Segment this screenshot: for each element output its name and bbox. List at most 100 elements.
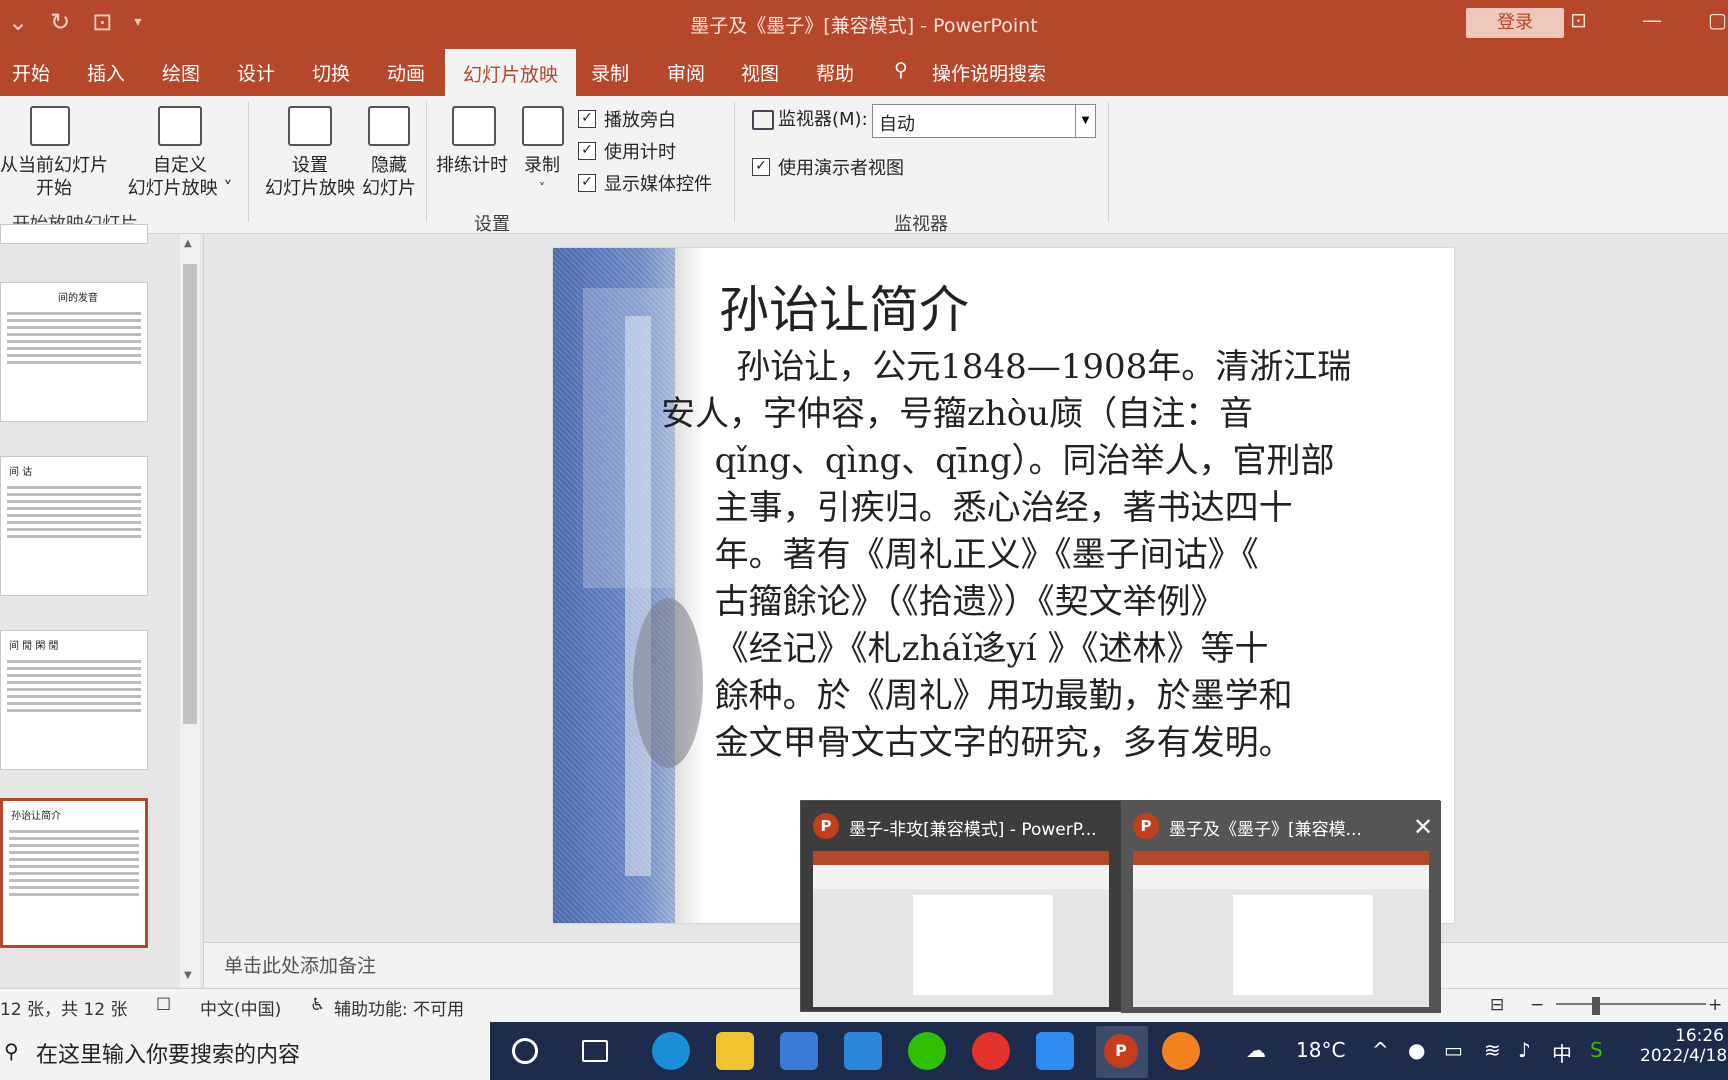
zoom-out-icon[interactable]: −: [1530, 995, 1544, 1015]
clock[interactable]: 16:26 2022/4/18: [1640, 1026, 1728, 1066]
tab-transitions[interactable]: 切换: [312, 59, 350, 86]
slideshow-view-icon[interactable]: ⊟: [1490, 995, 1504, 1015]
store-icon[interactable]: [780, 1032, 818, 1070]
close-icon[interactable]: ✕: [1413, 813, 1433, 841]
slide-thumbnail[interactable]: 间 閒 閑 閒: [0, 630, 148, 770]
setup-slideshow-button[interactable]: 设置 幻灯片放映: [262, 154, 358, 200]
record-dropdown-arrow: ˅: [539, 181, 545, 195]
ime-indicator[interactable]: 中: [1552, 1038, 1572, 1067]
slide-title[interactable]: 孙诒让简介: [719, 270, 969, 342]
tab-record[interactable]: 录制: [591, 59, 629, 86]
ribbon-display-icon[interactable]: ⊡: [1570, 8, 1587, 32]
wifi-icon[interactable]: ≋: [1484, 1038, 1501, 1062]
powerpoint-taskbar-button[interactable]: P: [1096, 1026, 1148, 1078]
monitor-icon: [752, 110, 774, 130]
clock-date: 2022/4/18: [1640, 1046, 1728, 1066]
minimize-icon[interactable]: —: [1642, 8, 1662, 32]
scroll-down-icon[interactable]: ▼: [184, 970, 192, 981]
group-label-monitor: 监视器: [894, 214, 948, 235]
zoom-slider[interactable]: [1556, 1003, 1706, 1005]
preview-thumbnail: [813, 851, 1109, 1007]
use-timings-label: 使用计时: [604, 142, 676, 163]
microphone-icon[interactable]: ●: [1408, 1038, 1425, 1062]
tab-help[interactable]: 帮助: [816, 59, 854, 86]
preview-window-1[interactable]: P 墨子-非攻[兼容模式] - PowerP...: [801, 801, 1121, 1013]
mail-icon[interactable]: [844, 1032, 882, 1070]
spelling-icon[interactable]: ☐: [156, 995, 171, 1015]
app-icon[interactable]: [1162, 1032, 1200, 1070]
scroll-up-icon[interactable]: ▲: [184, 238, 192, 249]
login-button[interactable]: 登录: [1466, 8, 1564, 38]
chevron-up-icon[interactable]: ^: [1372, 1038, 1389, 1062]
zoom-slider-thumb[interactable]: [1592, 997, 1600, 1015]
slide-body-text[interactable]: 孙诒让，公元1848—1908年。清浙江瑞 安人，字仲容，号籀zhòu庼（自注：…: [661, 344, 1453, 767]
accessibility-status[interactable]: 辅助功能: 不可用: [334, 995, 464, 1020]
tell-me-search[interactable]: 操作说明搜索: [932, 59, 1046, 86]
monitor-select[interactable]: 自动 ▼: [872, 104, 1096, 138]
feishu-icon[interactable]: [1036, 1032, 1074, 1070]
volume-icon[interactable]: ♪: [1518, 1038, 1531, 1062]
slide-thumbnail[interactable]: [0, 224, 148, 244]
chevron-down-icon[interactable]: ▼: [1075, 105, 1095, 137]
zoom-in-icon[interactable]: +: [1708, 995, 1722, 1015]
setup-slideshow-icon: [288, 106, 332, 146]
thumbnail-title: 间 诂: [9, 467, 33, 478]
slide-thumbnail-selected[interactable]: 孙诒让简介: [0, 798, 148, 948]
presenter-view-checkbox[interactable]: ✓ 使用演示者视图: [752, 154, 904, 180]
thumbnail-scrollbar[interactable]: ▲ ▼: [180, 234, 200, 988]
slide-thumbnail[interactable]: 间的发音: [0, 282, 148, 422]
play-narrations-checkbox[interactable]: ✓ 播放旁白: [578, 106, 676, 132]
temperature[interactable]: 18°C: [1296, 1038, 1345, 1062]
rehearse-timings-button[interactable]: 排练计时: [430, 154, 514, 177]
weather-cloud-icon[interactable]: ☁: [1246, 1038, 1266, 1062]
body-line: 金文甲骨文古文字的研究，多有发明。: [693, 723, 1293, 763]
wechat-icon[interactable]: [908, 1032, 946, 1070]
search-icon: ⚲: [4, 1039, 19, 1063]
checkbox-check-icon: ✓: [578, 174, 596, 192]
taskbar-search-box[interactable]: 在这里输入你要搜索的内容: [0, 1022, 490, 1080]
preview-window-2[interactable]: P 墨子及《墨子》[兼容模...: [1121, 801, 1441, 1013]
slide-thumbnail[interactable]: 间 诂: [0, 456, 148, 596]
show-media-controls-checkbox[interactable]: ✓ 显示媒体控件: [578, 170, 712, 196]
accessibility-icon[interactable]: ♿: [310, 995, 325, 1015]
hide-slide-icon: [368, 106, 410, 146]
hide-label-1: 隐藏: [371, 155, 407, 176]
group-label-setup: 设置: [474, 214, 510, 235]
powerpoint-icon: P: [813, 813, 839, 839]
sogou-icon[interactable]: S: [1590, 1038, 1603, 1062]
scrollbar-thumb[interactable]: [183, 264, 197, 724]
lightbulb-icon[interactable]: ⚲: [894, 59, 908, 81]
record-button[interactable]: 录制 ˅: [516, 154, 568, 200]
tab-review[interactable]: 审阅: [667, 59, 705, 86]
body-line: 《经记》《札zháǐ迻yí 》《述林》等十: [693, 629, 1269, 669]
body-line: 主事，引疾归。悉心治经，著书达四十: [693, 488, 1293, 528]
checkbox-check-icon: ✓: [578, 110, 596, 128]
tab-design[interactable]: 设计: [237, 59, 275, 86]
tab-animations[interactable]: 动画: [387, 59, 425, 86]
tab-insert[interactable]: 插入: [87, 59, 125, 86]
task-view-icon[interactable]: [582, 1040, 608, 1062]
chrome-icon[interactable]: [972, 1032, 1010, 1070]
tab-draw[interactable]: 绘图: [162, 59, 200, 86]
setup-label-2: 幻灯片放映: [265, 178, 355, 199]
group-divider: [734, 102, 735, 222]
slide-count: 12 张，共 12 张: [0, 1000, 128, 1020]
edge-icon[interactable]: [652, 1032, 690, 1070]
tab-view[interactable]: 视图: [741, 59, 779, 86]
maximize-icon[interactable]: ▢: [1708, 8, 1727, 32]
ribbon: 从当前幻灯片 开始 自定义 幻灯片放映 ˅ 开始放映幻灯片 设置 幻灯片放映 隐…: [0, 96, 1728, 235]
custom-slideshow-button[interactable]: 自定义 幻灯片放映 ˅: [122, 154, 238, 200]
hide-slide-button[interactable]: 隐藏 幻灯片: [358, 154, 420, 200]
clock-time: 16:26: [1675, 1026, 1724, 1046]
file-explorer-icon[interactable]: [716, 1032, 754, 1070]
projector-screen-icon: [30, 106, 70, 146]
monitor-select-value: 自动: [879, 114, 915, 135]
battery-icon[interactable]: ▭: [1444, 1038, 1463, 1062]
use-timings-checkbox[interactable]: ✓ 使用计时: [578, 138, 676, 164]
tab-slideshow[interactable]: 幻灯片放映: [445, 49, 577, 96]
tab-home[interactable]: 开始: [12, 59, 50, 86]
language-indicator[interactable]: 中文(中国): [200, 995, 281, 1020]
from-current-slide-button[interactable]: 从当前幻灯片 开始: [0, 154, 108, 200]
group-divider: [426, 102, 427, 222]
cortana-icon[interactable]: [512, 1038, 538, 1064]
